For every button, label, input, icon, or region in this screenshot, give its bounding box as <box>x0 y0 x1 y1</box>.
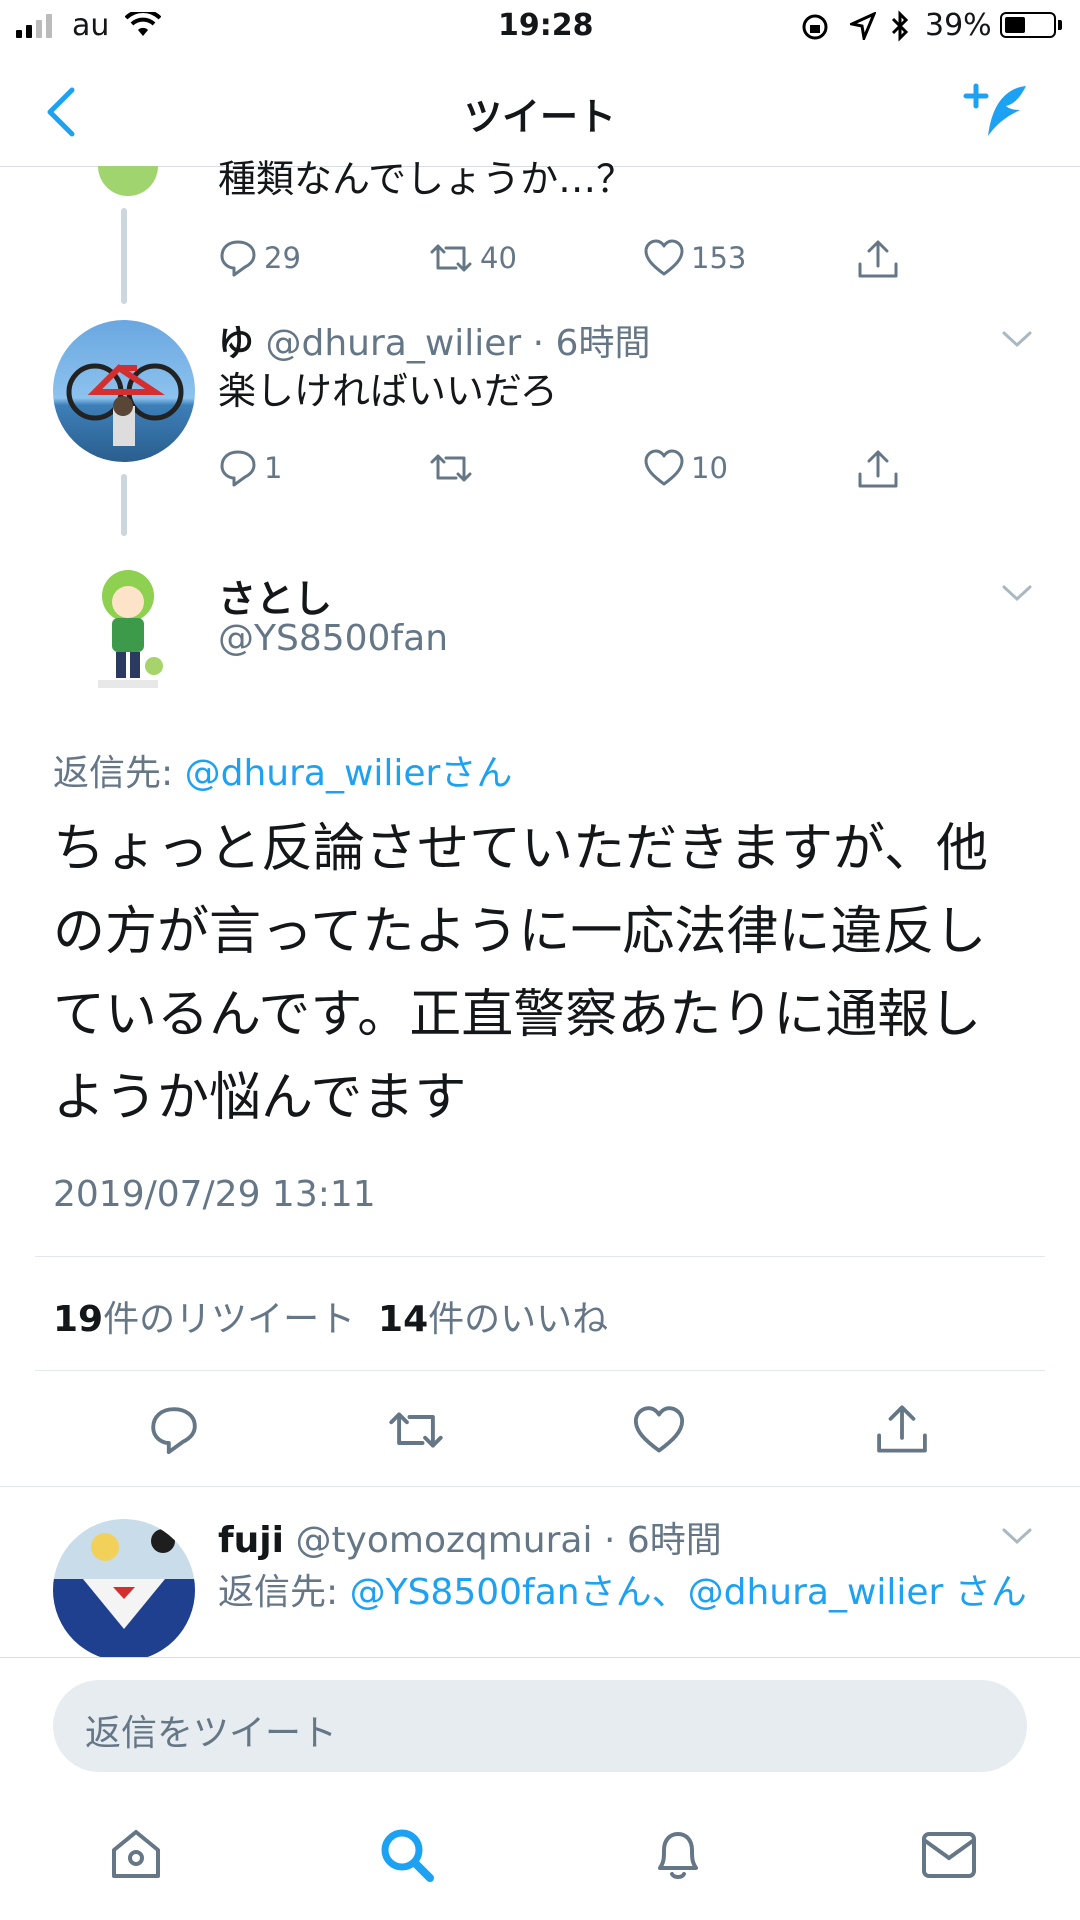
reply-icon[interactable] <box>148 1404 200 1456</box>
avatar[interactable] <box>98 166 158 196</box>
wifi-icon <box>125 12 161 36</box>
page-title: ツイート <box>463 95 616 139</box>
chevron-down-icon[interactable] <box>1000 1525 1034 1547</box>
share-icon <box>858 240 898 278</box>
tweet-header: fuji @tyomozqmurai · 6時間 <box>218 1511 722 1563</box>
reply-to: 返信先: @dhura_wilierさん <box>53 753 513 794</box>
character-avatar <box>98 570 163 688</box>
share-button[interactable] <box>856 448 900 490</box>
signal-icon <box>16 12 66 38</box>
retweet-stats[interactable]: 19件のリツイート <box>53 1299 355 1340</box>
battery-icon <box>1000 12 1056 38</box>
home-icon[interactable] <box>108 1826 164 1882</box>
anime-avatar <box>53 1529 195 1657</box>
like-button[interactable]: 10 <box>643 448 728 488</box>
location-icon <box>850 12 876 40</box>
share-icon[interactable] <box>874 1402 930 1456</box>
retweet-button[interactable] <box>428 448 480 488</box>
user-handle[interactable]: @dhura_wilier <box>265 323 521 364</box>
user-handle[interactable]: @YS8500fan <box>218 618 448 659</box>
carrier-label: au <box>72 8 110 43</box>
avatar[interactable] <box>53 1519 195 1657</box>
retweet-button[interactable]: 40 <box>428 238 517 278</box>
tweet-time: · 6時間 <box>532 323 651 364</box>
reply-button[interactable]: 1 <box>218 448 282 488</box>
avatar[interactable] <box>86 568 170 698</box>
status-bar: au 19:28 39% <box>0 0 1080 56</box>
heart-icon <box>644 449 684 486</box>
compose-tweet-icon[interactable] <box>962 82 1032 142</box>
clock: 19:28 <box>498 8 594 43</box>
search-icon[interactable] <box>378 1826 436 1884</box>
bluetooth-icon <box>891 10 909 42</box>
heart-icon <box>644 239 684 276</box>
reply-placeholder: 返信をツイート <box>85 1713 338 1754</box>
avatar[interactable] <box>53 320 195 462</box>
like-stats[interactable]: 14件のいいね <box>378 1299 608 1340</box>
user-name[interactable]: ゆ <box>218 323 254 364</box>
battery-percent: 39% <box>925 8 992 43</box>
heart-icon[interactable] <box>632 1404 686 1456</box>
reply-tweet: fuji @tyomozqmurai · 6時間 返信先: @YS8500fan… <box>0 1487 1080 1657</box>
reply-to-link[interactable]: @YS8500fanさん、@dhura_wilier さん <box>350 1572 1027 1613</box>
user-handle[interactable]: @tyomozqmurai <box>295 1520 592 1561</box>
like-button[interactable]: 153 <box>643 238 746 278</box>
retweet-icon <box>430 454 472 482</box>
thread-line <box>121 474 127 536</box>
engagement-stats: 19件のリツイート 14件のいいね <box>53 1290 608 1342</box>
reply-composer[interactable]: 返信をツイート <box>53 1680 1027 1772</box>
tweet-actions: 29 40 153 <box>218 238 1038 288</box>
tweet-text: 種類なんでしょうか…？ <box>218 157 635 201</box>
tweet-timestamp: 2019/07/29 13:11 <box>53 1174 376 1215</box>
tweet-text: 楽しければいいだろ <box>218 369 558 413</box>
reply-to-link[interactable]: @dhura_wilierさん <box>185 753 513 794</box>
reply-button[interactable]: 29 <box>218 238 301 278</box>
rotation-lock-icon <box>802 14 828 40</box>
nav-bar: ツイート <box>0 56 1080 167</box>
chevron-down-icon[interactable] <box>1000 328 1034 350</box>
bicycle-photo <box>66 363 184 446</box>
tweet-time: · 6時間 <box>603 1520 722 1561</box>
chevron-down-icon[interactable] <box>1000 582 1034 604</box>
tweet-header: ゆ @dhura_wilier · 6時間 <box>218 314 650 366</box>
user-name[interactable]: さとし <box>218 568 332 623</box>
share-button[interactable] <box>856 238 900 280</box>
retweet-icon <box>430 244 472 272</box>
user-name[interactable]: fuji <box>218 1520 284 1561</box>
share-icon <box>858 450 898 488</box>
messages-icon[interactable] <box>920 1830 978 1880</box>
main-tweet-text: ちょっと反論させていただきますが、他の方が言ってたように一応法律に違反しているん… <box>53 819 988 1128</box>
tweet-actions: 1 10 <box>218 448 1038 498</box>
notifications-icon[interactable] <box>650 1826 706 1884</box>
reply-to: 返信先: @YS8500fanさん、@dhura_wilier さん <box>218 1572 1027 1613</box>
divider <box>35 1370 1045 1371</box>
reply-icon <box>220 240 256 277</box>
retweet-icon[interactable] <box>386 1404 446 1456</box>
reply-icon <box>220 450 256 487</box>
thread-line <box>121 208 127 304</box>
divider <box>35 1256 1045 1257</box>
